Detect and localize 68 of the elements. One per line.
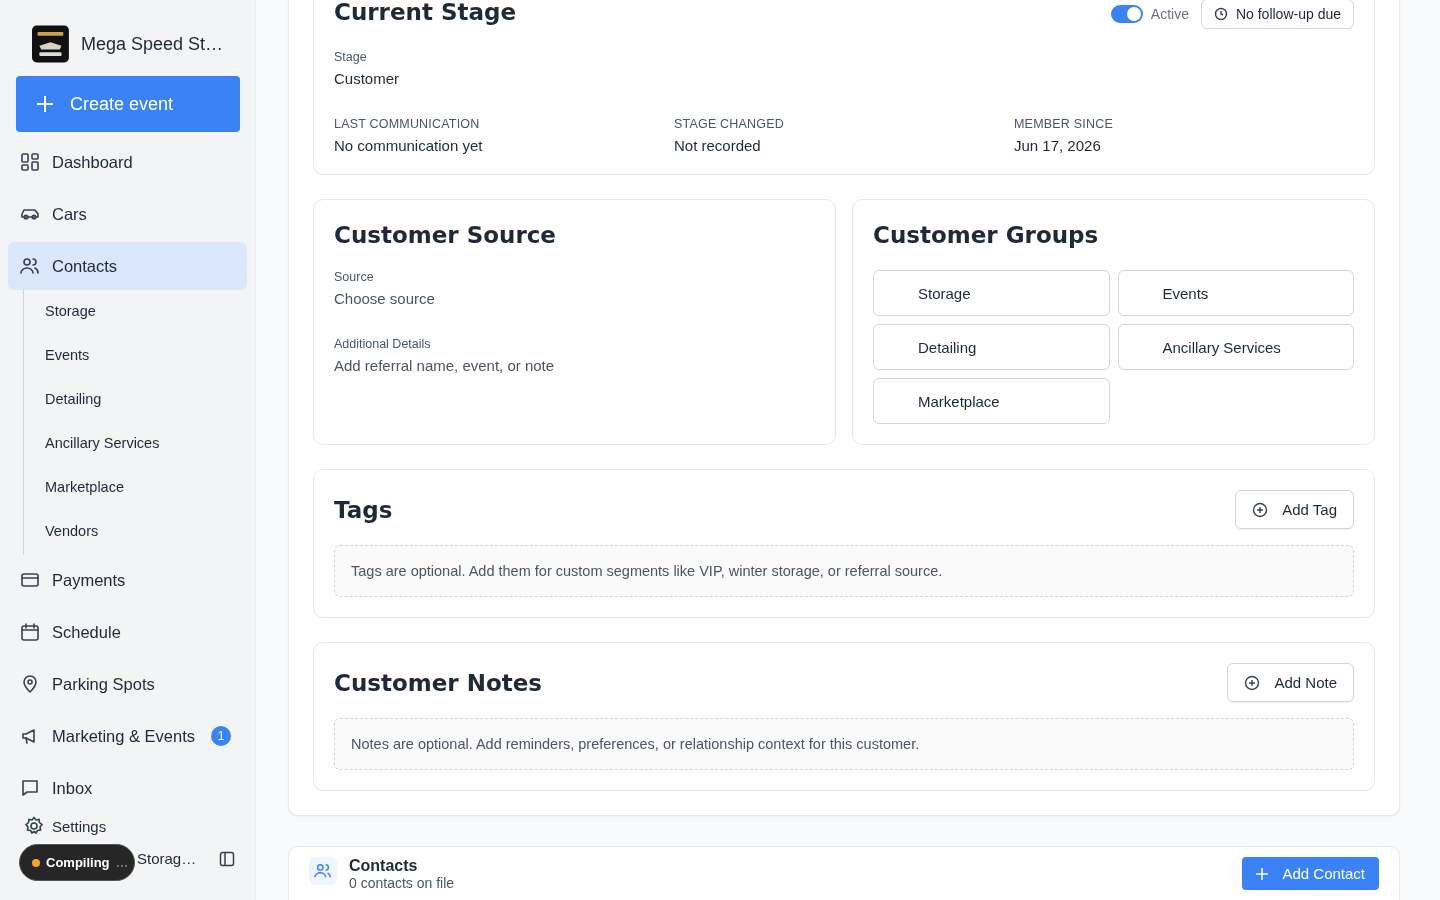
- fact-value: Jun 17, 2026: [1014, 137, 1102, 154]
- nav-subitem[interactable]: Marketplace: [24, 465, 247, 509]
- section-title: Customer Source: [334, 222, 557, 248]
- nav-item[interactable]: Parking Spots: [8, 660, 247, 708]
- group-option[interactable]: Ancillary Services: [1117, 324, 1354, 370]
- toast-ellipsis: …: [115, 855, 129, 870]
- section-title: Current Stage: [334, 0, 517, 25]
- app-name: Mega Speed St…: [80, 33, 223, 55]
- plus-circle-icon: [1252, 501, 1269, 518]
- fact-label: LAST COMMUNICATION: [334, 117, 481, 131]
- group-option[interactable]: Storage: [873, 270, 1110, 316]
- empty-message: Notes are optional. Add reminders, preferences, or relationship context for this customer.: [334, 718, 1354, 770]
- workspace-name[interactable]: Storag…: [137, 850, 197, 867]
- plus-icon: [36, 95, 54, 113]
- settings-icon: [24, 816, 44, 836]
- nav-item[interactable]: Contacts: [8, 242, 247, 290]
- people-icon: [20, 256, 40, 276]
- nav-item[interactable]: Payments: [8, 556, 247, 604]
- input-field[interactable]: Choose source: [334, 290, 815, 307]
- logo-icon: [32, 24, 69, 64]
- fact-label: STAGE CHANGED: [674, 117, 786, 131]
- empty-message: Tags are optional. Add them for custom segments like VIP, winter storage, or referral source.: [334, 545, 1354, 597]
- field-label: Stage: [334, 50, 368, 64]
- follow-up-button[interactable]: No follow-up due: [1200, 0, 1354, 29]
- fact-value: No communication yet: [334, 137, 484, 154]
- inbox-icon: [20, 778, 40, 798]
- plus-icon: [1256, 867, 1269, 880]
- settings-link[interactable]: Settings: [8, 816, 247, 836]
- nav-subitem[interactable]: Events: [24, 333, 247, 377]
- contacts-count: 0 contacts on file: [349, 875, 456, 891]
- fact-label: MEMBER SINCE: [1014, 117, 1114, 131]
- nav-subitem[interactable]: Ancillary Services: [24, 421, 247, 465]
- group-option[interactable]: Detailing: [873, 324, 1110, 370]
- plus-circle-icon: [1244, 674, 1261, 691]
- sidebar-toggle-icon[interactable]: [219, 850, 235, 867]
- nav-item[interactable]: Inbox: [8, 764, 247, 812]
- add-tag-button[interactable]: Add Tag: [1235, 490, 1354, 529]
- nav-subitem[interactable]: Vendors: [24, 509, 247, 553]
- section-title: Customer Notes: [334, 669, 542, 696]
- fact-value: Not recorded: [674, 137, 762, 154]
- clock-icon: [1213, 7, 1228, 21]
- nav-item[interactable]: Marketing & Events 1: [8, 712, 247, 760]
- group-option[interactable]: Marketplace: [873, 378, 1110, 424]
- section-title: Tags: [334, 496, 393, 523]
- nav-item[interactable]: Dashboard: [8, 138, 247, 186]
- field-label: Additional Details: [334, 337, 432, 351]
- field-label: Source: [334, 270, 375, 284]
- people-icon: [309, 857, 337, 885]
- toast-label: Compiling: [46, 855, 110, 870]
- status-dot-icon: [32, 858, 40, 867]
- toggle-label: Active: [1150, 6, 1189, 22]
- nav-item[interactable]: Cars: [8, 190, 247, 238]
- count-badge: 1: [211, 726, 231, 746]
- card-icon: [20, 570, 40, 590]
- nav-subitem[interactable]: Storage: [24, 289, 247, 333]
- cal-icon: [20, 622, 40, 642]
- field-value: Customer: [334, 70, 401, 87]
- section-title: Customer Groups: [873, 222, 1100, 248]
- nav-item[interactable]: Schedule: [8, 608, 247, 656]
- group-option[interactable]: Events: [1117, 270, 1354, 316]
- add-note-button[interactable]: Add Note: [1227, 663, 1354, 702]
- contacts-title: Contacts: [349, 857, 419, 875]
- create-event-button[interactable]: Create event: [16, 76, 240, 132]
- pin-icon: [20, 674, 40, 694]
- nav-subitem[interactable]: Detailing: [24, 377, 247, 421]
- input-field[interactable]: Add referral name, event, or note: [334, 357, 815, 374]
- add-contact-button[interactable]: Add Contact: [1242, 857, 1379, 890]
- active-toggle[interactable]: [1110, 5, 1143, 23]
